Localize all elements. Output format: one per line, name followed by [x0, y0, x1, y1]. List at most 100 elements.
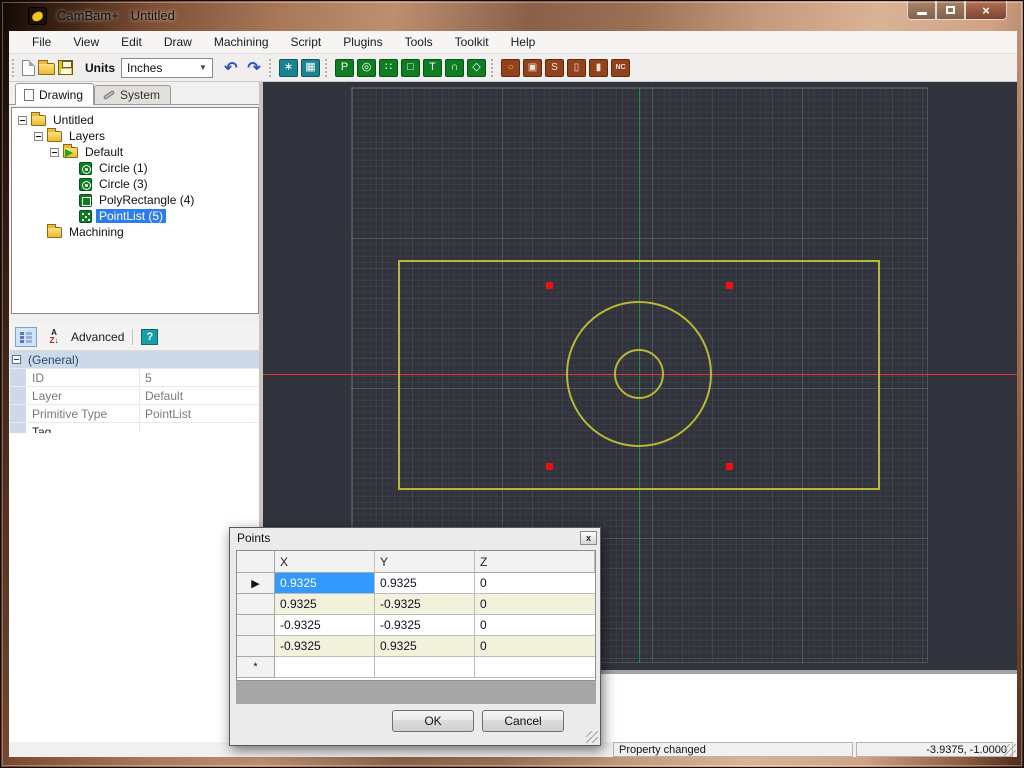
- maximize-button[interactable]: [936, 1, 965, 20]
- save-file-icon[interactable]: [58, 60, 73, 75]
- table-row[interactable]: -0.93250.93250: [237, 636, 595, 657]
- tab-system[interactable]: System: [94, 85, 171, 104]
- polyrectangle-shape[interactable]: [399, 261, 879, 489]
- row-header[interactable]: ▶: [237, 573, 275, 594]
- table-cell[interactable]: 0.9325: [275, 594, 375, 615]
- cancel-button[interactable]: Cancel: [482, 710, 564, 732]
- table-cell[interactable]: [275, 657, 375, 678]
- menu-tools[interactable]: Tools: [394, 32, 444, 52]
- tree-expander-icon[interactable]: [34, 132, 43, 141]
- property-value[interactable]: Default: [140, 387, 262, 404]
- draw-rectangle-icon[interactable]: □: [401, 59, 420, 77]
- point-marker[interactable]: [546, 282, 553, 289]
- table-new-row[interactable]: *: [237, 657, 595, 678]
- table-cell[interactable]: [375, 657, 475, 678]
- menu-machining[interactable]: Machining: [203, 32, 280, 52]
- tree-item-untitled[interactable]: Untitled: [12, 112, 258, 128]
- table-cell[interactable]: -0.9325: [375, 594, 475, 615]
- table-cell[interactable]: 0: [475, 636, 595, 657]
- toolbar-grip[interactable]: [269, 59, 274, 77]
- table-cell[interactable]: 0.9325: [275, 573, 375, 594]
- new-file-icon[interactable]: [22, 60, 35, 76]
- alphabetical-sort-button[interactable]: AZ↓: [43, 327, 65, 347]
- property-value[interactable]: PointList: [140, 405, 262, 422]
- tree-expander-icon[interactable]: [18, 116, 27, 125]
- window-resize-grip[interactable]: [1004, 744, 1016, 756]
- property-value[interactable]: 5: [140, 369, 262, 386]
- lathe-op-icon[interactable]: ▮: [589, 59, 608, 77]
- tree-item-polyrectangle-4-[interactable]: PolyRectangle (4): [12, 192, 258, 208]
- dialog-resize-grip[interactable]: [586, 731, 598, 743]
- menu-plugins[interactable]: Plugins: [332, 32, 393, 52]
- toolbar-grip[interactable]: [12, 59, 17, 77]
- property-label[interactable]: ID: [26, 369, 140, 386]
- property-category--general-[interactable]: (General): [10, 351, 262, 369]
- point-marker[interactable]: [726, 463, 733, 470]
- property-label[interactable]: Layer: [26, 387, 140, 404]
- menu-edit[interactable]: Edit: [110, 32, 153, 52]
- drill-op-icon[interactable]: ▯: [567, 59, 586, 77]
- draw-circle-icon[interactable]: ◎: [357, 59, 376, 77]
- snap-points-icon[interactable]: ∗: [279, 59, 298, 77]
- menu-toolkit[interactable]: Toolkit: [444, 32, 500, 52]
- table-cell[interactable]: -0.9325: [275, 615, 375, 636]
- menu-help[interactable]: Help: [500, 32, 547, 52]
- ok-button[interactable]: OK: [392, 710, 474, 732]
- close-button[interactable]: ×: [965, 1, 1007, 20]
- draw-text-icon[interactable]: T: [423, 59, 442, 77]
- snap-grid-icon[interactable]: ▦: [301, 59, 320, 77]
- categorized-view-button[interactable]: [15, 327, 37, 347]
- toolbar-grip[interactable]: [325, 59, 330, 77]
- open-file-icon[interactable]: [38, 63, 55, 75]
- property-row-layer[interactable]: LayerDefault: [10, 387, 262, 405]
- circle-shape[interactable]: [615, 350, 663, 398]
- tree-item-circle-3-[interactable]: Circle (3): [12, 176, 258, 192]
- table-row[interactable]: -0.9325-0.93250: [237, 615, 595, 636]
- table-cell[interactable]: 0: [475, 573, 595, 594]
- column-header-x[interactable]: X: [275, 551, 375, 573]
- table-cell[interactable]: 0: [475, 594, 595, 615]
- collapse-icon[interactable]: [12, 355, 21, 364]
- tree-item-layers[interactable]: Layers: [12, 128, 258, 144]
- table-cell[interactable]: 0.9325: [375, 636, 475, 657]
- menu-view[interactable]: View: [62, 32, 110, 52]
- table-cell[interactable]: 0.9325: [375, 573, 475, 594]
- dialog-close-button[interactable]: x: [580, 531, 597, 545]
- column-header-z[interactable]: Z: [475, 551, 595, 573]
- tree-expander-icon[interactable]: [50, 148, 59, 157]
- tree-item-pointlist-5-[interactable]: PointList (5): [12, 208, 258, 224]
- table-cell[interactable]: 0: [475, 615, 595, 636]
- units-dropdown[interactable]: Inches ▼: [121, 58, 213, 78]
- tree-item-machining[interactable]: Machining: [12, 224, 258, 240]
- column-header-y[interactable]: Y: [375, 551, 475, 573]
- tree-item-circle-1-[interactable]: Circle (1): [12, 160, 258, 176]
- row-header[interactable]: *: [237, 657, 275, 678]
- point-marker[interactable]: [726, 282, 733, 289]
- circle-shape[interactable]: [567, 302, 711, 446]
- table-cell[interactable]: -0.9325: [375, 615, 475, 636]
- menu-file[interactable]: File: [21, 32, 62, 52]
- gcode-icon[interactable]: NC: [611, 59, 630, 77]
- draw-pointlist-icon[interactable]: ∷: [379, 59, 398, 77]
- table-cell[interactable]: [475, 657, 595, 678]
- tab-drawing[interactable]: Drawing: [15, 83, 94, 105]
- points-dialog-title[interactable]: Points: [230, 528, 600, 548]
- draw-surface-icon[interactable]: ◇: [467, 59, 486, 77]
- property-label[interactable]: Primitive Type: [26, 405, 140, 422]
- table-row[interactable]: 0.9325-0.93250: [237, 594, 595, 615]
- help-icon[interactable]: ?: [141, 329, 158, 345]
- profile-op-icon[interactable]: ○: [501, 59, 520, 77]
- toolbar-grip[interactable]: [491, 59, 496, 77]
- property-row-id[interactable]: ID5: [10, 369, 262, 387]
- menu-draw[interactable]: Draw: [153, 32, 203, 52]
- tree-item-default[interactable]: Default: [12, 144, 258, 160]
- row-header[interactable]: [237, 636, 275, 657]
- table-row[interactable]: ▶0.93250.93250: [237, 573, 595, 594]
- row-header[interactable]: [237, 615, 275, 636]
- redo-icon[interactable]: ↷: [244, 58, 264, 78]
- menu-script[interactable]: Script: [280, 32, 333, 52]
- minimize-button[interactable]: [907, 1, 936, 20]
- engrave-op-icon[interactable]: S: [545, 59, 564, 77]
- table-cell[interactable]: -0.9325: [275, 636, 375, 657]
- property-row-primitive-type[interactable]: Primitive TypePointList: [10, 405, 262, 423]
